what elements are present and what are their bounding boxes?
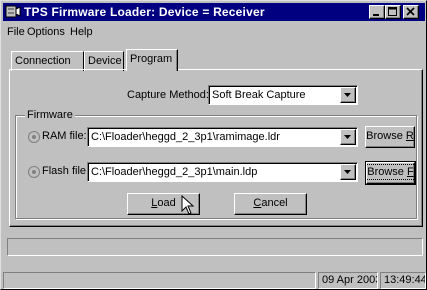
browse-ram-label: Browse	[366, 130, 406, 142]
capture-method-label: Capture Method:	[127, 89, 209, 101]
status-message-panel	[3, 272, 316, 289]
ram-file-path-select[interactable]: C:\Floader\heggd_2_3p1\ramimage.ldr	[87, 127, 358, 147]
firmware-loader-app-icon	[5, 5, 21, 18]
capture-method-dropdown-button[interactable]	[340, 87, 356, 103]
close-icon	[406, 7, 415, 16]
flash-file-radio-dot	[32, 170, 36, 174]
tab-program-label: Program	[130, 53, 173, 65]
tab-device[interactable]: Device	[84, 51, 124, 71]
flash-file-radio[interactable]	[28, 166, 40, 178]
ram-file-dropdown-button[interactable]	[340, 129, 356, 145]
load-label: oad	[157, 197, 176, 209]
browse-ram-accel: R	[405, 130, 414, 142]
maximize-button[interactable]	[385, 5, 401, 19]
title-bar[interactable]: TPS Firmware Loader: Device = Receiver	[3, 3, 425, 21]
tab-connection-label: Connection	[15, 55, 71, 67]
ram-file-label: RAM file:	[42, 130, 87, 142]
browse-flash-button[interactable]: Browse F	[365, 161, 416, 185]
ram-file-radio[interactable]	[28, 131, 40, 143]
progress-bar	[7, 238, 423, 256]
flash-file-label: Flash file:	[42, 165, 90, 177]
main-window: TPS Firmware Loader: Device = Receiver F…	[0, 0, 427, 290]
close-button[interactable]	[403, 5, 419, 19]
chevron-down-icon	[344, 93, 351, 97]
status-date: 09 Apr 2003	[318, 272, 378, 289]
maximize-icon	[388, 7, 397, 16]
chevron-down-icon	[344, 170, 351, 174]
chevron-down-icon	[344, 135, 351, 139]
status-time: 13:49:44	[380, 272, 426, 289]
minimize-button[interactable]	[369, 5, 385, 19]
capture-method-select[interactable]: Soft Break Capture	[208, 85, 358, 105]
mouse-pointer-icon	[181, 195, 195, 215]
capture-method-value: Soft Break Capture	[212, 89, 306, 101]
ram-file-radio-dot	[32, 135, 36, 139]
menu-bar: File Options Help	[3, 23, 425, 41]
menu-help[interactable]: Help	[70, 26, 93, 38]
flash-file-dropdown-button[interactable]	[340, 164, 356, 180]
cancel-label: ancel	[261, 197, 288, 209]
menu-options[interactable]: Options	[27, 26, 65, 38]
ram-file-path: C:\Floader\heggd_2_3p1\ramimage.ldr	[91, 131, 280, 143]
minimize-icon	[373, 14, 379, 16]
browse-ram-button[interactable]: Browse R	[365, 126, 415, 148]
status-bar: 09 Apr 2003 13:49:44	[1, 272, 426, 289]
tab-device-label: Device	[88, 55, 122, 67]
tab-program[interactable]: Program	[126, 49, 178, 71]
firmware-group-label: Firmware	[25, 109, 75, 121]
window-title: TPS Firmware Loader: Device = Receiver	[24, 5, 265, 19]
browse-flash-accel: F	[407, 166, 414, 178]
cancel-button[interactable]: Cancel	[234, 193, 307, 215]
menu-file[interactable]: File	[7, 26, 25, 38]
flash-file-path-select[interactable]: C:\Floader\heggd_2_3p1\main.ldp	[87, 162, 358, 182]
browse-flash-label: Browse	[367, 166, 407, 178]
tab-connection[interactable]: Connection	[11, 51, 84, 71]
flash-file-path: C:\Floader\heggd_2_3p1\main.ldp	[91, 166, 258, 178]
